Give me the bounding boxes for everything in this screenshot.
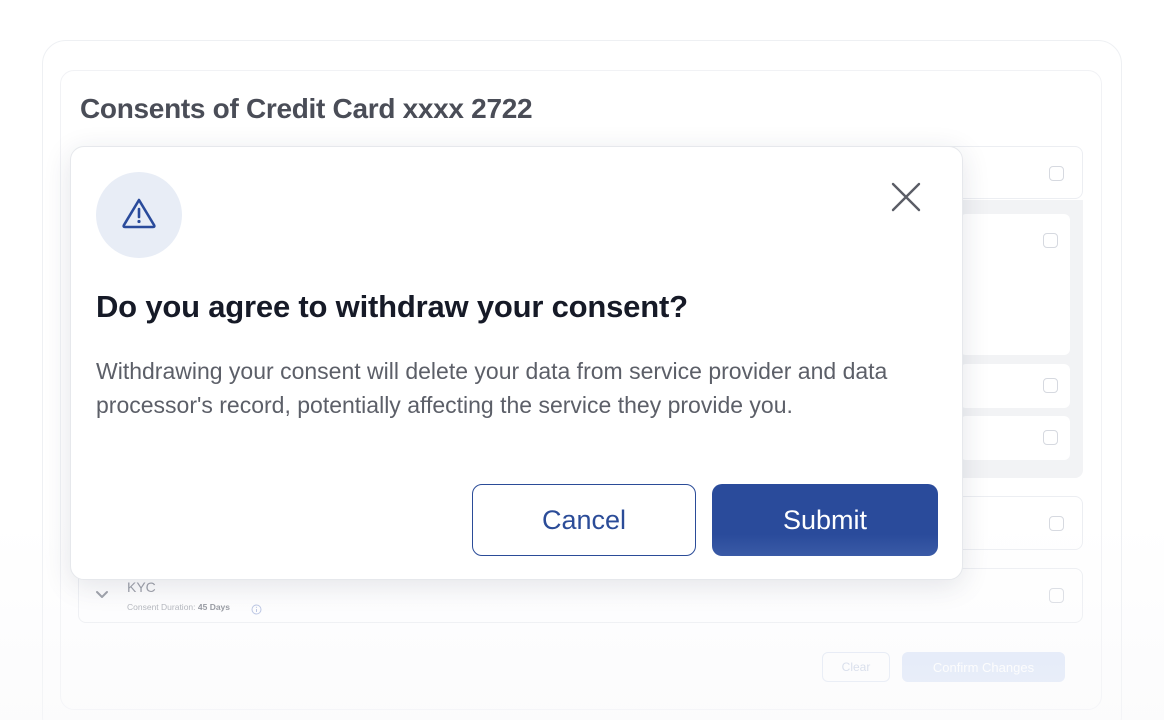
dialog-title: Do you agree to withdraw your consent? [96, 289, 688, 324]
consent-sub-checkbox[interactable] [1043, 233, 1058, 248]
confirm-changes-button[interactable]: Confirm Changes [902, 652, 1065, 682]
warning-icon-badge [96, 172, 182, 258]
consent-row-checkbox[interactable] [1049, 166, 1064, 181]
kyc-duration: Consent Duration: 45 Days [127, 602, 230, 612]
kyc-label: KYC [127, 579, 156, 595]
consent-row-checkbox[interactable] [1049, 516, 1064, 531]
page-title: Consents of Credit Card xxxx 2722 [80, 93, 533, 124]
close-button[interactable] [883, 175, 929, 221]
withdraw-consent-dialog: Do you agree to withdraw your consent? W… [70, 146, 963, 580]
consent-sub-checkbox[interactable] [1043, 378, 1058, 393]
warning-triangle-icon [120, 196, 158, 235]
consent-sub-checkbox[interactable] [1043, 430, 1058, 445]
chevron-down-icon[interactable] [95, 587, 109, 605]
close-icon [891, 182, 921, 215]
duration-value: 45 Days [197, 602, 231, 612]
submit-button[interactable]: Submit [712, 484, 938, 556]
duration-prefix: Consent Duration: [127, 602, 198, 612]
kyc-checkbox[interactable] [1049, 588, 1064, 603]
dialog-message: Withdrawing your consent will delete you… [96, 358, 888, 418]
cancel-button[interactable]: Cancel [472, 484, 696, 556]
info-icon[interactable] [251, 602, 262, 620]
clear-button[interactable]: Clear [822, 652, 890, 682]
